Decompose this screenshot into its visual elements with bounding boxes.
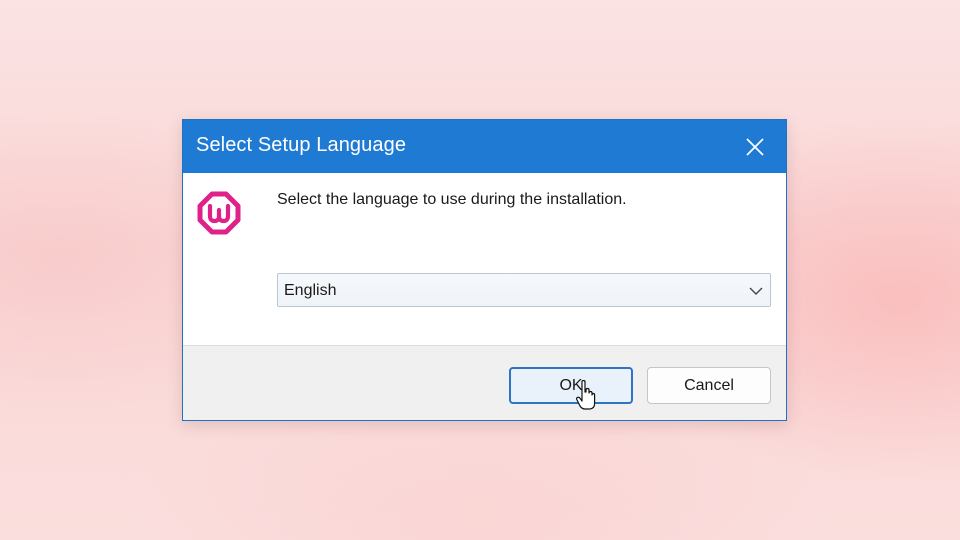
close-button[interactable] bbox=[724, 120, 786, 173]
cancel-button[interactable]: Cancel bbox=[647, 367, 771, 404]
instruction-text: Select the language to use during the in… bbox=[277, 191, 627, 208]
cancel-button-label: Cancel bbox=[684, 376, 734, 394]
ok-button[interactable]: OK bbox=[509, 367, 633, 404]
language-select-value: English bbox=[284, 282, 337, 299]
dialog-footer: OK Cancel bbox=[183, 345, 786, 420]
close-icon bbox=[746, 137, 764, 156]
language-select[interactable]: English bbox=[277, 273, 771, 307]
wampserver-logo-icon bbox=[197, 191, 241, 235]
dialog-content: Select the language to use during the in… bbox=[183, 173, 786, 345]
dialog-title: Select Setup Language bbox=[196, 134, 407, 156]
ok-button-label: OK bbox=[559, 376, 583, 394]
setup-language-dialog: Select Setup Language Select the languag… bbox=[182, 119, 787, 421]
chevron-down-icon bbox=[749, 287, 763, 295]
title-bar[interactable]: Select Setup Language bbox=[183, 120, 786, 173]
